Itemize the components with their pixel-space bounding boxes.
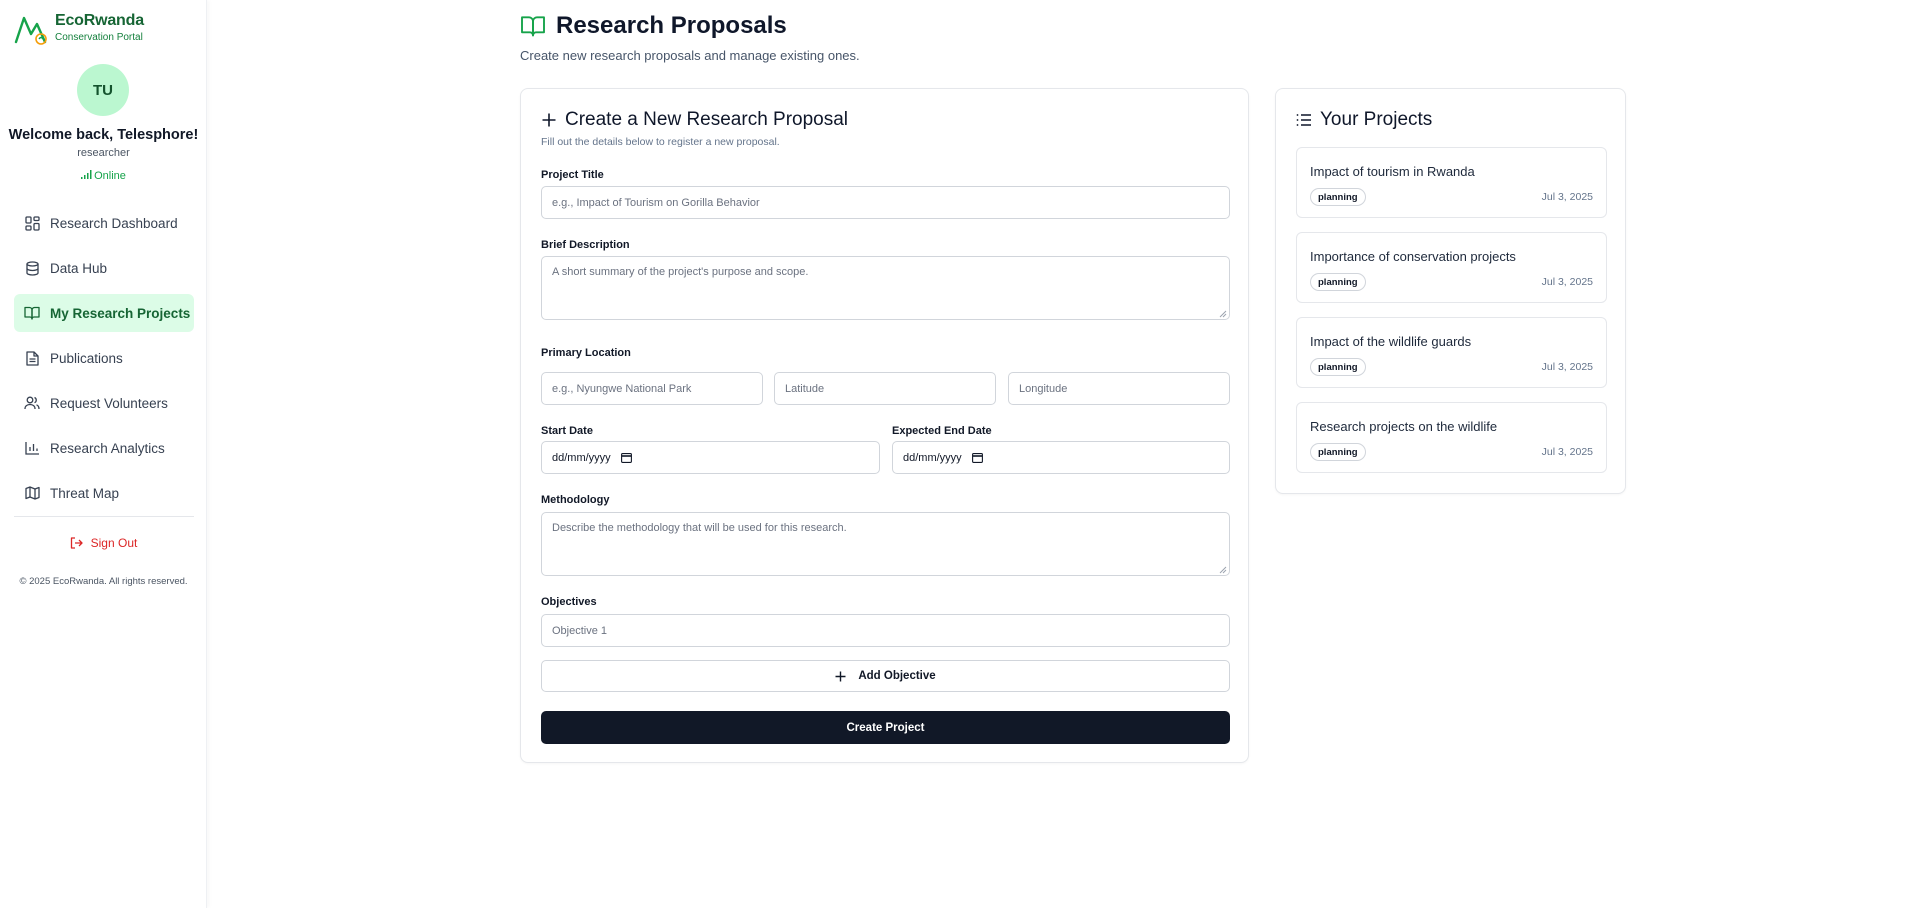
sidebar-item-label: Threat Map xyxy=(50,485,120,501)
status-badge: planning xyxy=(1310,358,1366,376)
create-proposal-card: Create a New Research Proposal Fill out … xyxy=(520,88,1249,763)
sidebar-item-my-research-projects[interactable]: My Research Projects xyxy=(14,294,194,332)
project-item[interactable]: Importance of conservation projects plan… xyxy=(1296,232,1607,303)
welcome-message: Welcome back, Telesphore! xyxy=(8,127,199,143)
map-icon xyxy=(24,485,40,501)
copyright: © 2025 EcoRwanda. All rights reserved. xyxy=(19,576,188,587)
project-item[interactable]: Research projects on the wildlife planni… xyxy=(1296,402,1607,473)
plus-icon xyxy=(835,671,846,682)
sidebar-divider xyxy=(14,516,194,517)
project-date: Jul 3, 2025 xyxy=(1541,446,1593,458)
end-date-value: dd/mm/yyyy xyxy=(903,451,962,464)
plus-icon xyxy=(541,112,557,128)
project-title: Research projects on the wildlife xyxy=(1310,419,1498,434)
bar-chart-icon xyxy=(24,440,40,456)
project-title-input[interactable]: e.g., Impact of Tourism on Gorilla Behav… xyxy=(541,186,1230,219)
book-open-icon xyxy=(24,305,40,321)
form-title-row: Create a New Research Proposal xyxy=(541,109,848,131)
page-title: Research Proposals xyxy=(556,12,787,39)
project-title-label: Project Title xyxy=(541,169,604,181)
your-projects-card: Your Projects Impact of tourism in Rwand… xyxy=(1275,88,1626,494)
user-role: researcher xyxy=(77,147,130,159)
location-label: Primary Location xyxy=(541,347,631,359)
resize-grip-icon[interactable] xyxy=(1219,565,1227,574)
log-out-icon xyxy=(70,537,83,549)
start-date-input[interactable]: dd/mm/yyyy xyxy=(541,441,880,474)
status-text: Online xyxy=(94,170,126,182)
status-badge: planning xyxy=(1310,443,1366,461)
projects-title-row: Your Projects xyxy=(1296,109,1432,131)
sidebar-item-label: My Research Projects xyxy=(50,305,191,321)
signal-icon xyxy=(81,170,92,182)
add-objective-label: Add Objective xyxy=(858,670,936,682)
sidebar-item-publications[interactable]: Publications xyxy=(14,339,194,377)
add-objective-button[interactable]: Add Objective xyxy=(541,660,1230,692)
sidebar-item-label: Publications xyxy=(50,350,123,366)
calendar-icon[interactable] xyxy=(620,452,632,463)
project-title: Impact of tourism in Rwanda xyxy=(1310,164,1475,179)
book-open-icon xyxy=(520,15,546,37)
project-date: Jul 3, 2025 xyxy=(1541,191,1593,203)
users-icon xyxy=(24,395,40,411)
project-item[interactable]: Impact of tourism in Rwanda planning Jul… xyxy=(1296,147,1607,218)
methodology-label: Methodology xyxy=(541,494,610,506)
sidebar: EcoRwanda Conservation Portal TU Welcome… xyxy=(0,0,207,908)
brand[interactable]: EcoRwanda Conservation Portal xyxy=(14,12,144,48)
sidebar-item-label: Research Analytics xyxy=(50,440,165,456)
status-badge: planning xyxy=(1310,188,1366,206)
dashboard-icon xyxy=(24,215,40,231)
form-description: Fill out the details below to register a… xyxy=(541,136,780,148)
sidebar-item-label: Request Volunteers xyxy=(50,395,168,411)
brand-name: EcoRwanda xyxy=(55,12,144,29)
sidebar-item-data-hub[interactable]: Data Hub xyxy=(14,249,194,287)
database-icon xyxy=(24,260,40,276)
sidebar-item-label: Research Dashboard xyxy=(50,215,178,231)
latitude-input[interactable]: Latitude xyxy=(774,372,996,405)
methodology-placeholder: Describe the methodology that will be us… xyxy=(552,522,847,534)
form-title: Create a New Research Proposal xyxy=(565,109,849,130)
mountain-logo-icon xyxy=(14,12,48,48)
start-date-label: Start Date xyxy=(541,425,593,437)
sidebar-nav: Research Dashboard Data Hub My Research … xyxy=(14,204,194,519)
location-input[interactable]: e.g., Nyungwe National Park xyxy=(541,372,763,405)
description-label: Brief Description xyxy=(541,239,630,251)
brand-subtitle: Conservation Portal xyxy=(55,32,143,43)
project-date: Jul 3, 2025 xyxy=(1541,361,1593,373)
sidebar-item-request-volunteers[interactable]: Request Volunteers xyxy=(14,384,194,422)
project-date: Jul 3, 2025 xyxy=(1541,276,1593,288)
start-date-value: dd/mm/yyyy xyxy=(552,451,611,464)
project-item[interactable]: Impact of the wildlife guards planning J… xyxy=(1296,317,1607,388)
avatar[interactable]: TU xyxy=(77,64,129,116)
sidebar-item-label: Data Hub xyxy=(50,260,108,276)
longitude-input[interactable]: Longitude xyxy=(1008,372,1230,405)
status-indicator: Online xyxy=(0,170,207,182)
projects-title: Your Projects xyxy=(1320,109,1433,130)
list-icon xyxy=(1296,113,1312,127)
calendar-icon[interactable] xyxy=(971,452,983,463)
sidebar-item-threat-map[interactable]: Threat Map xyxy=(14,474,194,512)
sign-out-button[interactable]: Sign Out xyxy=(0,536,207,550)
sign-out-label: Sign Out xyxy=(90,536,138,550)
sidebar-item-research-analytics[interactable]: Research Analytics xyxy=(14,429,194,467)
end-date-label: Expected End Date xyxy=(892,425,992,437)
create-project-button[interactable]: Create Project xyxy=(541,711,1230,744)
end-date-input[interactable]: dd/mm/yyyy xyxy=(892,441,1230,474)
page-subtitle: Create new research proposals and manage… xyxy=(520,48,860,63)
resize-grip-icon[interactable] xyxy=(1219,309,1227,318)
methodology-textarea[interactable]: Describe the methodology that will be us… xyxy=(541,512,1230,576)
page-header: Research Proposals Create new research p… xyxy=(520,12,860,63)
objective-input[interactable]: Objective 1 xyxy=(541,614,1230,647)
project-title: Importance of conservation projects xyxy=(1310,249,1516,264)
objectives-label: Objectives xyxy=(541,596,597,608)
description-textarea[interactable]: A short summary of the project's purpose… xyxy=(541,256,1230,320)
project-title: Impact of the wildlife guards xyxy=(1310,334,1472,349)
file-text-icon xyxy=(24,350,40,366)
status-badge: planning xyxy=(1310,273,1366,291)
sidebar-item-research-dashboard[interactable]: Research Dashboard xyxy=(14,204,194,242)
description-placeholder: A short summary of the project's purpose… xyxy=(552,266,809,278)
